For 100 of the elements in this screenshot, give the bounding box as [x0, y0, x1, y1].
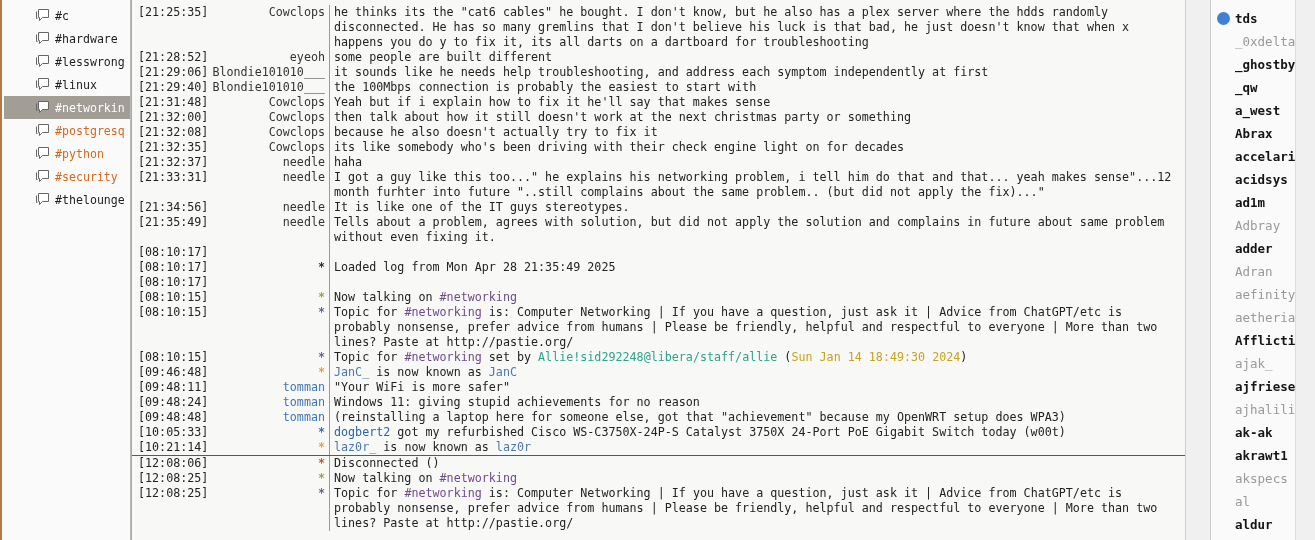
message-text: "Your WiFi is more safer"	[334, 380, 510, 394]
chat-icon	[35, 31, 52, 46]
channel-item[interactable]: #lesswrong	[4, 50, 130, 73]
nick-label: needle	[282, 200, 325, 214]
timestamp: [09:48:48]	[138, 410, 210, 425]
chat-icon	[35, 169, 52, 184]
channel-name: #postgresq	[55, 123, 125, 138]
nick-label: Cowclops	[268, 95, 325, 109]
nick-label: *	[317, 365, 325, 379]
message-text: Topic for #networking set by Allie!sid292248@libera/staff/allie (Sun Jan 14 18:49:30 2024)	[334, 350, 968, 364]
message-text: haha	[334, 155, 363, 169]
scrollbar-track[interactable]	[1185, 0, 1211, 540]
channel-name: #security	[55, 169, 118, 184]
nick-label: needle	[282, 170, 325, 184]
user-item[interactable]: tds	[1235, 11, 1258, 26]
nick-label: needle	[282, 155, 325, 169]
nick-label: *	[317, 456, 325, 470]
nick-label: tomman	[282, 395, 325, 409]
channel-name: #thelounge	[55, 192, 125, 207]
nick-label: *	[317, 305, 325, 319]
timestamp: [21:32:37]	[138, 155, 210, 170]
timestamp: [08:10:17]	[138, 260, 210, 275]
channel-item[interactable]: #c	[4, 4, 130, 27]
nick-label: *	[317, 260, 325, 274]
timestamp: [21:32:00]	[138, 110, 210, 125]
message-text: the 100Mbps connection is probably the easiest to start with	[334, 80, 757, 94]
nick-label: tomman	[282, 380, 325, 394]
message-text: Topic for #networking is: Computer Networking | If you have a question, just ask it | Advice from ChatGPT/etc is probably nonsense, prefer advice from humans | Please be friendly, helpful and respectful to everyone | More than two lines? Paste at http://pastie.org/	[334, 486, 1159, 530]
message-text: (reinstalling a laptop here for someone else, got that "achievement" because my OpenWRT setup does WPA3)	[334, 410, 1066, 424]
timestamp: [09:48:11]	[138, 380, 210, 395]
message-text: Loaded log from Mon Apr 28 21:35:49 2025	[334, 260, 616, 274]
timestamp: [21:25:35]	[138, 5, 210, 21]
nick-label: Blondie101010___	[212, 65, 325, 79]
timestamp: [08:10:17]	[138, 275, 210, 290]
nick-label: *	[317, 486, 325, 500]
channel-name: #hardware	[55, 31, 118, 46]
chat-icon	[35, 146, 52, 161]
timestamp: [21:35:49]	[138, 215, 210, 231]
nick-label: tomman	[282, 410, 325, 424]
timestamp: [21:31:48]	[138, 95, 210, 110]
user-item[interactable]: adder	[1235, 241, 1273, 256]
user-item[interactable]: Abrax	[1235, 126, 1273, 141]
channel-name: #c	[55, 8, 69, 23]
chat-icon	[35, 192, 52, 207]
timestamp: [21:32:35]	[138, 140, 210, 155]
nick-label: *	[317, 350, 325, 364]
timestamp: [09:48:24]	[138, 395, 210, 410]
timestamp: [21:29:40]	[138, 80, 210, 95]
chat-icon	[35, 54, 52, 69]
user-item[interactable]: Afflicti	[1235, 333, 1295, 348]
timestamp: [08:10:15]	[138, 305, 210, 321]
nick-label: Cowclops	[268, 125, 325, 139]
nick-label: Cowclops	[268, 110, 325, 124]
channel-name: #lesswrong	[55, 54, 125, 69]
nick-label: needle	[282, 215, 325, 229]
user-item[interactable]: a_west	[1235, 103, 1281, 118]
user-item[interactable]: _qw	[1235, 80, 1258, 95]
channel-name: #python	[55, 146, 104, 161]
timestamp: [12:08:25]	[138, 471, 210, 486]
user-item[interactable]: ad1m	[1235, 195, 1266, 210]
message-text: some people are built different	[334, 50, 553, 64]
message-text: JanC_ is now known as JanC	[334, 365, 517, 379]
timestamp: [09:46:48]	[138, 365, 210, 380]
message-text: it sounds like he needs help troubleshooting, and address each symptom independently at first	[334, 65, 989, 79]
channel-item[interactable]: #linux	[4, 73, 130, 96]
timestamp: [08:10:15]	[138, 350, 210, 365]
nick-label: *	[317, 290, 325, 304]
channel-item[interactable]: #hardware	[4, 27, 130, 50]
chat-icon	[35, 77, 52, 92]
timestamp: [21:34:56]	[138, 200, 210, 215]
message-text: Now talking on #networking	[334, 471, 517, 485]
user-item[interactable]: ajfriese	[1235, 379, 1295, 394]
channel-item[interactable]: #python	[4, 142, 130, 165]
channel-item[interactable]: #thelounge	[4, 188, 130, 211]
timestamp: [08:10:15]	[138, 290, 210, 305]
user-item[interactable]: acidsys	[1235, 172, 1288, 187]
channel-item[interactable]: #security	[4, 165, 130, 188]
channel-name: #networkin	[55, 100, 125, 115]
message-text: dogbert2 got my refurbished Cisco WS-C3750X-24P-S Catalyst 3750X 24-Port PoE Gigabit Switch today (w00t)	[334, 425, 1066, 439]
timestamp: [12:08:25]	[138, 486, 210, 502]
nick-label: eyeoh	[289, 50, 325, 64]
timestamp: [21:32:08]	[138, 125, 210, 140]
message-text: Yeah but if i explain how to fix it he'll say that makes sense	[334, 95, 771, 109]
message-text: because he also doesn't actually try to fix it	[334, 125, 658, 139]
user-item[interactable]: akrawt1	[1235, 448, 1288, 463]
user-item[interactable]: _ghostby	[1235, 57, 1295, 72]
nick-label: Cowclops	[268, 5, 325, 19]
message-text: Now talking on #networking	[334, 290, 517, 304]
nick-label: *	[317, 425, 325, 439]
channel-item[interactable]: #postgresq	[4, 119, 130, 142]
user-item[interactable]: accelari	[1235, 149, 1295, 164]
message-text: Tells about a problem, agrees with solution, but did not apply the solution and complains in future about same problem without even fixing it.	[334, 215, 1166, 244]
timestamp: [21:33:31]	[138, 170, 210, 186]
message-text: I got a guy like this too..." he explains his networking problem, i tell him do that and that... yeah makes sense"...12 month furhter into future "..still complains about the same problem.. (but did not apply the fix)..."	[334, 170, 1173, 199]
user-item[interactable]: aldur	[1235, 517, 1273, 532]
timestamp: [08:10:17]	[138, 245, 210, 260]
timestamp: [21:29:06]	[138, 65, 210, 80]
user-item[interactable]: ak-ak	[1235, 425, 1273, 440]
chat-icon	[35, 8, 52, 23]
nick-label: Blondie101010___	[212, 80, 325, 94]
